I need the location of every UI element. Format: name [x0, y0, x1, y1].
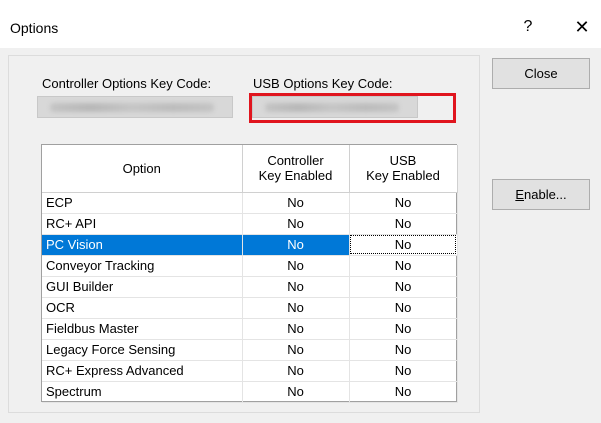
- option-cell[interactable]: GUI Builder: [42, 276, 243, 298]
- header-usb-line2: Key Enabled: [366, 168, 440, 184]
- header-controller-line1: Controller: [267, 153, 324, 169]
- controller-enabled-cell[interactable]: No: [242, 297, 350, 319]
- title-bar: Options ? ✕: [0, 4, 601, 48]
- option-cell[interactable]: ECP: [42, 192, 243, 214]
- enable-button[interactable]: Enable...: [492, 179, 590, 210]
- usb-key-label: USB Options Key Code:: [253, 76, 393, 91]
- table-row[interactable]: Legacy Force Sensing No No: [42, 339, 458, 361]
- controller-enabled-cell[interactable]: No: [242, 360, 350, 382]
- header-option[interactable]: Option: [42, 145, 243, 193]
- usb-enabled-cell[interactable]: No: [349, 213, 458, 235]
- table-row-selected[interactable]: PC Vision No No: [42, 234, 458, 256]
- option-cell[interactable]: Spectrum: [42, 381, 243, 403]
- table-row[interactable]: OCR No No: [42, 297, 458, 319]
- table-row[interactable]: Conveyor Tracking No No: [42, 255, 458, 277]
- table-row[interactable]: RC+ API No No: [42, 213, 458, 235]
- controller-enabled-cell[interactable]: No: [242, 192, 350, 214]
- header-controller-key-enabled[interactable]: Controller Key Enabled: [242, 145, 350, 193]
- option-cell[interactable]: OCR: [42, 297, 243, 319]
- usb-enabled-cell[interactable]: No: [349, 192, 458, 214]
- enable-mnemonic: E: [515, 187, 524, 202]
- usb-enabled-cell[interactable]: No: [349, 360, 458, 382]
- header-usb-key-enabled[interactable]: USB Key Enabled: [349, 145, 458, 193]
- controller-enabled-cell[interactable]: No: [242, 255, 350, 277]
- usb-enabled-cell-focused[interactable]: No: [349, 234, 458, 256]
- option-cell[interactable]: Legacy Force Sensing: [42, 339, 243, 361]
- table-row[interactable]: GUI Builder No No: [42, 276, 458, 298]
- window-title: Options: [10, 20, 59, 36]
- controller-key-label: Controller Options Key Code:: [42, 76, 212, 91]
- enable-label: nable...: [524, 187, 567, 202]
- usb-enabled-cell[interactable]: No: [349, 318, 458, 340]
- help-button[interactable]: ?: [513, 12, 543, 42]
- table-row[interactable]: RC+ Express Advanced No No: [42, 360, 458, 382]
- redacted-value: [50, 103, 214, 112]
- usb-enabled-cell[interactable]: No: [349, 276, 458, 298]
- header-option-label: Option: [122, 160, 161, 176]
- table-row[interactable]: Fieldbus Master No No: [42, 318, 458, 340]
- controller-enabled-cell[interactable]: No: [242, 318, 350, 340]
- controller-key-field[interactable]: [37, 96, 233, 118]
- controller-enabled-cell[interactable]: No: [242, 276, 350, 298]
- controller-enabled-cell[interactable]: No: [242, 234, 350, 256]
- controller-enabled-cell[interactable]: No: [242, 339, 350, 361]
- option-cell[interactable]: PC Vision: [42, 234, 243, 256]
- option-cell[interactable]: Conveyor Tracking: [42, 255, 243, 277]
- options-table: Option Controller Key Enabled USB Key En…: [42, 145, 458, 403]
- usb-enabled-cell[interactable]: No: [349, 339, 458, 361]
- table-row[interactable]: ECP No No: [42, 192, 458, 214]
- usb-enabled-cell[interactable]: No: [349, 381, 458, 403]
- options-grid[interactable]: Option Controller Key Enabled USB Key En…: [41, 144, 458, 403]
- table-row[interactable]: Spectrum No No: [42, 381, 458, 403]
- option-cell[interactable]: RC+ API: [42, 213, 243, 235]
- usb-key-highlight: [249, 93, 456, 123]
- window-close-icon[interactable]: ✕: [567, 12, 597, 42]
- usb-enabled-cell[interactable]: No: [349, 297, 458, 319]
- controller-enabled-cell[interactable]: No: [242, 381, 350, 403]
- option-cell[interactable]: RC+ Express Advanced: [42, 360, 243, 382]
- controller-enabled-cell[interactable]: No: [242, 213, 350, 235]
- table-header-row: Option Controller Key Enabled USB Key En…: [42, 145, 458, 193]
- usb-enabled-cell[interactable]: No: [349, 255, 458, 277]
- header-controller-line2: Key Enabled: [258, 168, 333, 184]
- option-cell[interactable]: Fieldbus Master: [42, 318, 243, 340]
- close-button[interactable]: Close: [492, 58, 590, 89]
- header-usb-line1: USB: [389, 153, 417, 169]
